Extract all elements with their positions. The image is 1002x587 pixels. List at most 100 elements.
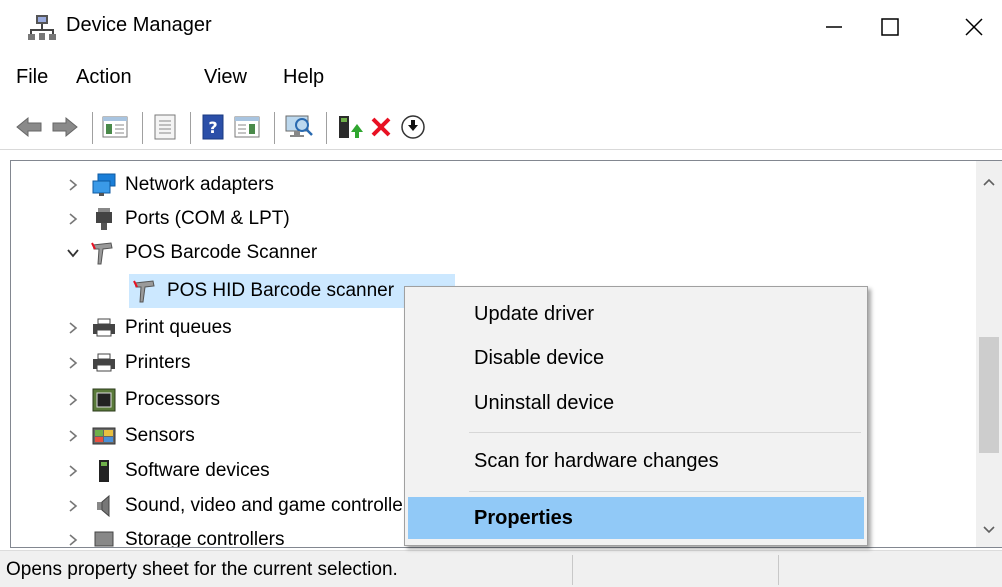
console-tree-icon	[102, 116, 128, 138]
chevron-right-icon	[69, 357, 78, 369]
help-icon: ?	[202, 114, 224, 140]
monitor-scan-icon	[285, 115, 313, 137]
update-driver-button[interactable]	[334, 112, 364, 142]
tree-item-printers[interactable]: Printers	[63, 348, 190, 378]
minimize-button[interactable]	[806, 0, 862, 54]
chevron-right-icon	[69, 322, 78, 334]
scan-hardware-button[interactable]	[284, 112, 314, 142]
sensor-icon	[91, 424, 117, 448]
scroll-down-button[interactable]	[976, 517, 1002, 543]
storage-controller-icon	[91, 528, 117, 547]
status-divider	[778, 555, 779, 585]
window-title: Device Manager	[66, 14, 212, 36]
close-button[interactable]	[946, 0, 1002, 54]
forward-arrow-icon	[52, 116, 78, 138]
back-arrow-icon	[16, 116, 42, 138]
device-manager-icon	[28, 15, 56, 40]
menu-item-properties[interactable]: Properties	[408, 497, 864, 539]
delete-x-icon	[371, 117, 391, 137]
minimize-icon	[826, 26, 842, 28]
network-adapter-icon	[91, 173, 117, 197]
tree-item-label: Print queues	[125, 317, 232, 338]
menu-item-scan-hardware-changes[interactable]: Scan for hardware changes	[408, 440, 864, 482]
toolbar-separator	[92, 112, 93, 144]
down-arrow-circle-icon	[401, 115, 425, 139]
uninstall-device-button[interactable]	[366, 112, 396, 142]
toolbar-separator	[142, 112, 143, 144]
action-pane-button[interactable]	[232, 112, 262, 142]
barcode-scanner-icon	[91, 241, 117, 265]
expand-chevron[interactable]	[63, 385, 83, 415]
back-button[interactable]	[14, 112, 44, 142]
properties-toolbar-button[interactable]	[150, 112, 180, 142]
tree-item-sound-video-game[interactable]: Sound, video and game controllers	[63, 491, 419, 521]
tree-item-label: Ports (COM & LPT)	[125, 208, 290, 229]
tree-item-ports[interactable]: Ports (COM & LPT)	[63, 204, 290, 234]
processor-icon	[91, 388, 117, 412]
menu-file[interactable]: File	[16, 66, 48, 89]
show-hide-console-tree-button[interactable]	[100, 112, 130, 142]
menu-help[interactable]: Help	[283, 66, 324, 89]
chevron-right-icon	[69, 213, 78, 225]
menu-item-update-driver[interactable]: Update driver	[408, 293, 864, 335]
menu-action[interactable]: Action	[76, 66, 132, 89]
menu-separator	[469, 432, 861, 433]
expand-chevron[interactable]	[63, 348, 83, 378]
expand-chevron[interactable]	[63, 491, 83, 521]
chevron-down-icon	[67, 249, 79, 258]
barcode-scanner-icon	[133, 279, 159, 303]
scroll-up-button[interactable]	[976, 169, 1002, 195]
tree-item-network-adapters[interactable]: Network adapters	[63, 170, 274, 200]
maximize-button[interactable]	[862, 0, 918, 54]
expand-chevron[interactable]	[63, 313, 83, 343]
chevron-right-icon	[69, 534, 78, 546]
port-icon	[91, 207, 117, 231]
expand-chevron[interactable]	[63, 525, 83, 547]
properties-icon	[154, 114, 176, 140]
tree-item-label: POS HID Barcode scanner	[167, 280, 395, 301]
tree-item-label: Network adapters	[125, 174, 274, 195]
status-text: Opens property sheet for the current sel…	[6, 559, 398, 580]
update-driver-icon	[339, 116, 363, 138]
status-bar: Opens property sheet for the current sel…	[0, 550, 1002, 587]
status-divider	[572, 555, 573, 585]
menu-bar: File Action View Help	[0, 58, 1002, 98]
print-queue-icon	[91, 316, 117, 340]
help-button[interactable]: ?	[198, 112, 228, 142]
tree-item-label: Processors	[125, 389, 221, 410]
software-device-icon	[91, 459, 117, 483]
tree-item-label: POS Barcode Scanner	[125, 242, 318, 263]
close-icon	[965, 18, 983, 36]
tree-item-software-devices[interactable]: Software devices	[63, 456, 270, 486]
action-pane-icon	[234, 116, 260, 138]
menu-item-disable-device[interactable]: Disable device	[408, 337, 864, 379]
tree-item-label: Printers	[125, 352, 191, 373]
chevron-down-icon	[983, 526, 995, 534]
menu-view[interactable]: View	[204, 66, 247, 89]
chevron-right-icon	[69, 394, 78, 406]
tree-item-print-queues[interactable]: Print queues	[63, 313, 232, 343]
chevron-right-icon	[69, 500, 78, 512]
expand-chevron[interactable]	[63, 204, 83, 234]
expand-chevron[interactable]	[63, 421, 83, 451]
tree-item-storage-controllers[interactable]: Storage controllers	[63, 525, 285, 548]
menu-item-uninstall-device[interactable]: Uninstall device	[408, 382, 864, 424]
tree-item-processors[interactable]: Processors	[63, 385, 220, 415]
collapse-chevron[interactable]	[63, 238, 83, 268]
title-bar: Device Manager	[0, 0, 1002, 54]
menu-separator	[469, 491, 861, 492]
scroll-thumb[interactable]	[979, 337, 999, 453]
expand-chevron[interactable]	[63, 456, 83, 486]
tree-item-label: Sensors	[125, 425, 195, 446]
toolbar: ?	[0, 104, 1002, 150]
tree-vertical-scrollbar[interactable]	[976, 160, 1002, 548]
chevron-right-icon	[69, 179, 78, 191]
toolbar-separator	[190, 112, 191, 144]
tree-item-label: Software devices	[125, 460, 270, 481]
tree-item-label: Storage controllers	[125, 529, 285, 548]
forward-button[interactable]	[50, 112, 80, 142]
tree-item-sensors[interactable]: Sensors	[63, 421, 195, 451]
disable-device-button[interactable]	[398, 112, 428, 142]
tree-item-pos-barcode-scanner[interactable]: POS Barcode Scanner	[63, 238, 317, 268]
expand-chevron[interactable]	[63, 170, 83, 200]
